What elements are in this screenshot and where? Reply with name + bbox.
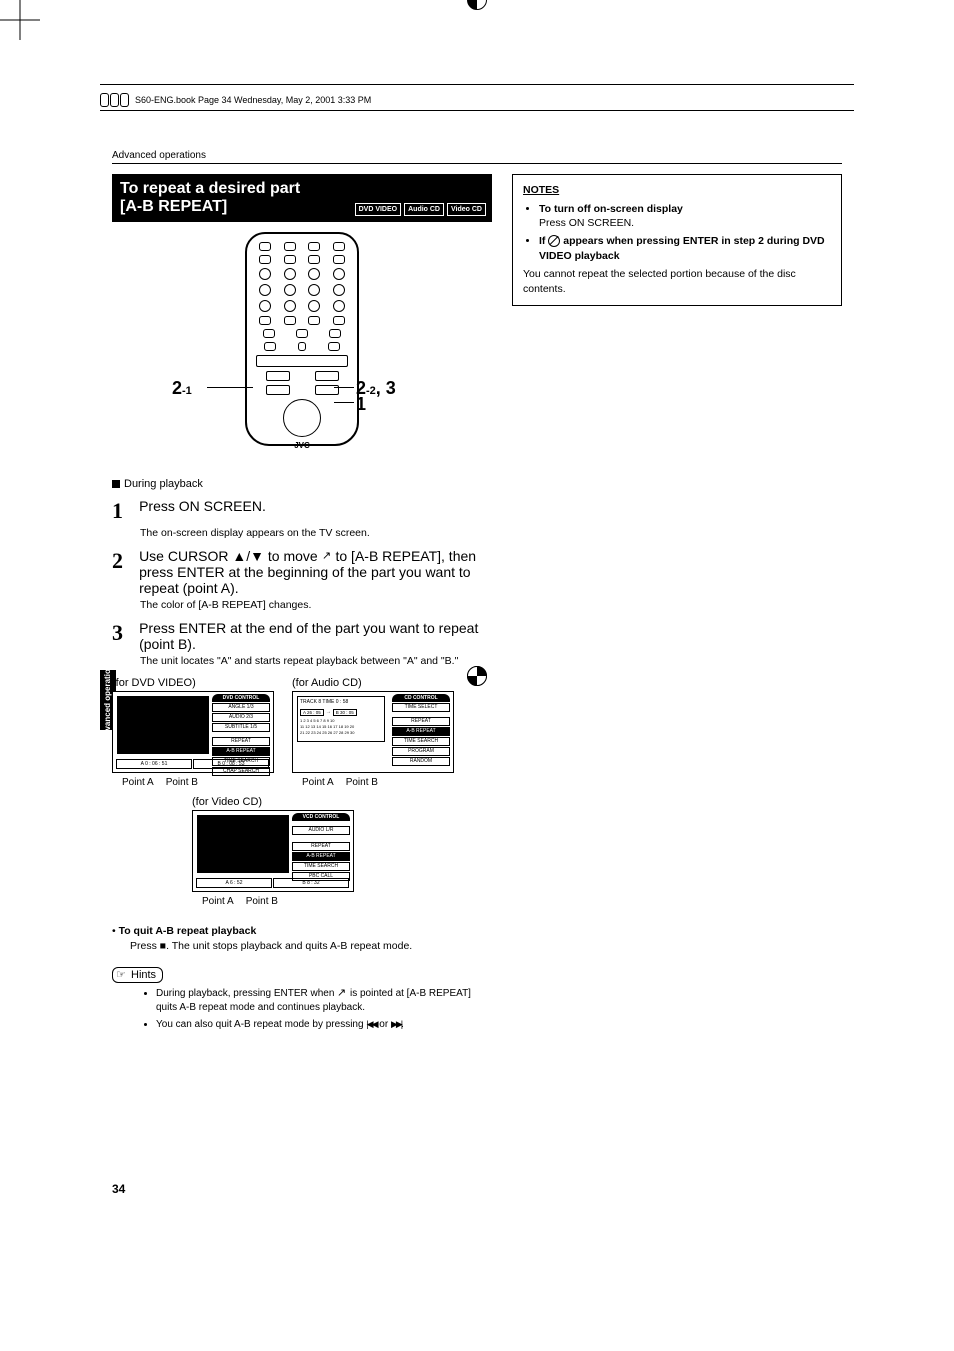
vcd-display: VCD CONTROL AUDIO L/R REPEAT A-B REPEAT …	[192, 810, 354, 892]
acd-display: TRACK 8 TIME 0 : 58 A 26 : 05 → B 30 : 0…	[292, 691, 454, 773]
note-1: To turn off on-screen display Press ON S…	[539, 202, 831, 231]
title-bar: To repeat a desired part [A-B REPEAT] DV…	[112, 174, 492, 222]
step-2-head: Use CURSOR ▲/▼ to move to [A-B REPEAT], …	[139, 548, 491, 596]
dvd-display: DVD CONTROL ANGLE 1/3 AUDIO 2/3 SUBTITLE…	[112, 691, 274, 773]
acd-point-a: Point A	[302, 777, 334, 788]
dvd-point-b: Point B	[166, 777, 198, 788]
vcd-display-label: (for Video CD)	[192, 796, 492, 808]
callout-line-r2	[334, 402, 354, 403]
hints-label: Hints	[112, 967, 163, 983]
hints-list: During playback, pressing ENTER when is …	[116, 987, 492, 1032]
header-line-2	[100, 110, 854, 111]
remote-diagram: JVC 2-1 2-2, 3 1	[112, 232, 492, 462]
book-header: S60-ENG.book Page 34 Wednesday, May 2, 2…	[100, 93, 371, 107]
step-1-head: Press ON SCREEN.	[139, 498, 491, 514]
callout-line-r1	[334, 387, 354, 388]
section-rule	[112, 163, 842, 164]
badge-dvd: DVD VIDEO	[355, 203, 402, 216]
step-num-3: 3	[112, 620, 136, 646]
hint-2: You can also quit A-B repeat mode by pre…	[156, 1018, 492, 1032]
step-2-sub: The color of [A-B REPEAT] changes.	[140, 598, 492, 612]
step-num-1: 1	[112, 498, 136, 524]
pointer-icon	[337, 988, 347, 1000]
quit-head: • To quit A-B repeat playback	[112, 925, 492, 937]
step-3-head: Press ENTER at the end of the part you w…	[139, 620, 491, 652]
quit-body: Press ■. The unit stops playback and qui…	[130, 939, 492, 954]
vcd-point-b: Point B	[246, 896, 278, 907]
header-line	[100, 84, 854, 85]
step-num-2: 2	[112, 548, 136, 574]
badge-acd: Audio CD	[404, 203, 444, 216]
section-label: Advanced operations	[112, 150, 842, 161]
note-2: If appears when pressing ENTER in step 2…	[539, 234, 831, 263]
pointer-icon	[322, 551, 332, 563]
page-number: 34	[112, 1182, 125, 1196]
step-3-sub: The unit locates "A" and starts repeat p…	[140, 654, 492, 668]
dvd-point-a: Point A	[122, 777, 154, 788]
skip-fwd-icon: ▶▶|	[391, 1019, 401, 1029]
book-header-text: S60-ENG.book Page 34 Wednesday, May 2, 2…	[135, 95, 371, 105]
acd-point-b: Point B	[346, 777, 378, 788]
callout-2-1: 2-1	[172, 378, 192, 399]
remote-brand: JVC	[247, 441, 357, 450]
dvd-display-label: (for DVD VIDEO)	[112, 677, 274, 689]
callout-line-left	[207, 387, 253, 388]
hint-1: During playback, pressing ENTER when is …	[156, 987, 492, 1014]
notes-last: You cannot repeat the selected portion b…	[523, 267, 831, 296]
during-playback: During playback	[112, 478, 492, 490]
prohibit-icon	[548, 235, 560, 247]
notes-header: NOTES	[523, 183, 831, 198]
notes-box: NOTES To turn off on-screen display Pres…	[512, 174, 842, 306]
vcd-point-a: Point A	[202, 896, 234, 907]
step-1-sub: The on-screen display appears on the TV …	[140, 526, 492, 540]
callout-1: 1	[356, 394, 366, 415]
skip-back-icon: |◀◀	[366, 1019, 376, 1029]
badge-vcd: Video CD	[447, 203, 486, 216]
acd-display-label: (for Audio CD)	[292, 677, 454, 689]
title-line-1: To repeat a desired part	[120, 180, 484, 198]
